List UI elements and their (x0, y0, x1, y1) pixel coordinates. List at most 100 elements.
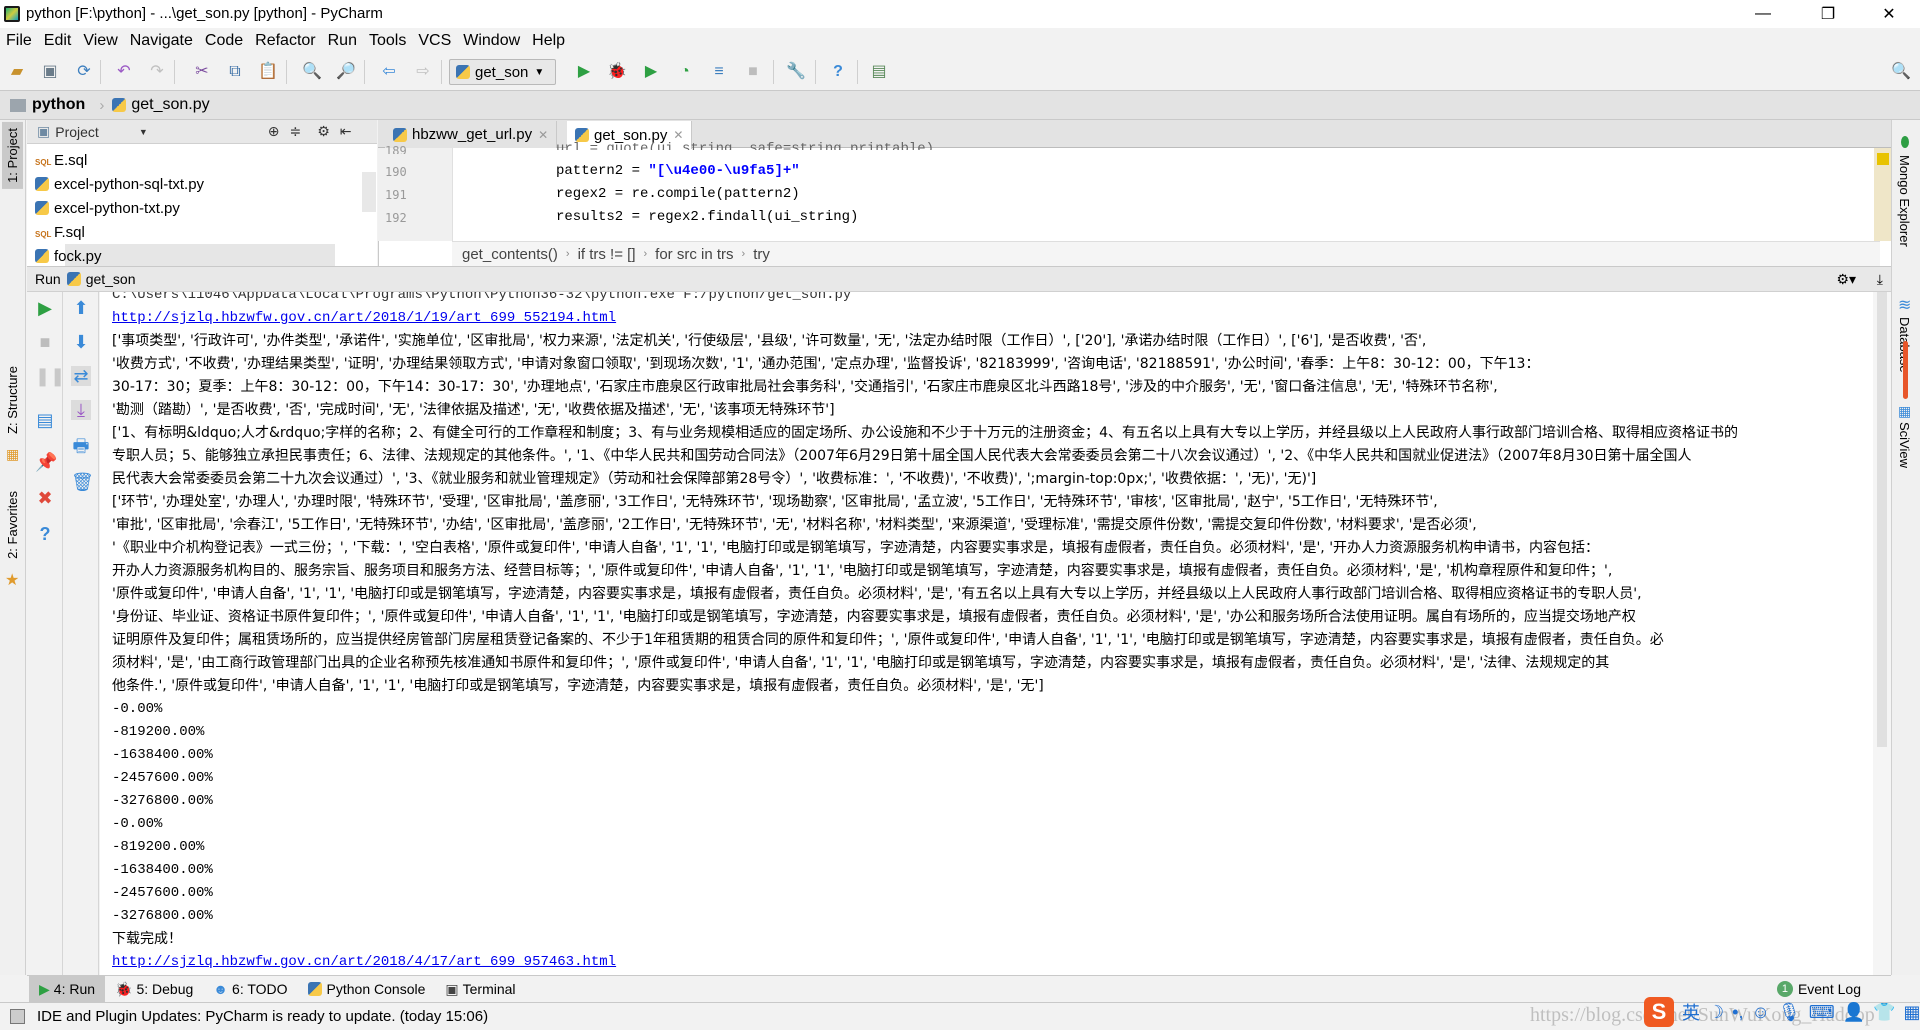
pin-icon[interactable]: 📌 (35, 452, 57, 472)
rerun-icon[interactable]: ▶ (35, 298, 55, 318)
chevron-down-icon[interactable]: ▼ (139, 127, 148, 137)
profile-icon[interactable]: ◔ (675, 62, 695, 82)
collapse-icon[interactable]: ≑ (289, 123, 301, 140)
search-everywhere-icon[interactable]: 🔍 (1891, 62, 1911, 82)
tool-tab-favorites[interactable]: 2: Favorites (2, 485, 23, 565)
code-line[interactable]: regex2 = re.compile(pattern2) (556, 186, 800, 202)
tab-hbzww-get-url[interactable]: hbzww_get_url.py ✕ (385, 121, 558, 148)
close-icon[interactable]: ✖ (35, 488, 55, 508)
tool-tab-terminal[interactable]: ▣ Terminal (435, 976, 525, 1003)
copy-icon[interactable]: ⧉ (225, 62, 245, 82)
up-arrow-icon[interactable]: ⬆ (71, 298, 91, 318)
project-scrollbar[interactable] (362, 172, 376, 212)
sogou-ime-icon[interactable]: S (1644, 997, 1674, 1027)
project-view-selector[interactable]: Project (55, 124, 99, 140)
sdk-icon[interactable]: ▤ (869, 62, 889, 82)
tree-file[interactable]: SQL F.sql (35, 220, 85, 244)
ime-item[interactable]: ▦ (1904, 1002, 1920, 1023)
menu-view[interactable]: View (83, 32, 117, 50)
ime-item[interactable]: 👕 (1873, 1002, 1895, 1023)
status-message[interactable]: IDE and Plugin Updates: PyCharm is ready… (37, 1008, 488, 1025)
tool-tab-run[interactable]: ▶ 4: Run (29, 975, 106, 1003)
hide-icon[interactable]: ⇤ (340, 123, 352, 140)
close-tab-icon[interactable]: ✕ (673, 128, 683, 142)
tree-file[interactable]: SQL E.sql (35, 148, 87, 172)
save-icon[interactable]: ▣ (40, 62, 60, 82)
tool-tab-project[interactable]: 1: Project (2, 122, 23, 189)
help-icon[interactable]: ? (828, 62, 848, 82)
restore-button[interactable]: ❐ (1805, 0, 1851, 28)
tool-tab-todo[interactable]: ☻ 6: TODO (203, 976, 297, 1003)
settings-icon[interactable]: 🔧 (786, 62, 806, 82)
crumb-if[interactable]: if trs != [] (578, 246, 636, 263)
crumb-for[interactable]: for src in trs (655, 246, 733, 263)
run-configuration-dropdown[interactable]: get_son ▼ (449, 59, 556, 85)
replace-icon[interactable]: 🔎 (336, 62, 356, 82)
pause-icon[interactable]: ❚❚ (35, 366, 65, 386)
forward-icon[interactable]: ⇨ (413, 62, 433, 82)
find-icon[interactable]: 🔍 (302, 62, 322, 82)
ime-item[interactable]: 👤 (1843, 1002, 1865, 1023)
gear-icon[interactable]: ⚙ (317, 123, 330, 140)
redo-icon[interactable]: ↷ (147, 62, 167, 82)
menu-code[interactable]: Code (205, 32, 243, 50)
close-tab-icon[interactable]: ✕ (538, 128, 548, 142)
code-line[interactable]: url = quote(ui_string, safe=string.print… (556, 141, 934, 150)
console-scrollbar[interactable] (1873, 292, 1891, 975)
coverage-icon[interactable]: ▶ (641, 62, 661, 82)
crumb-function[interactable]: get_contents() (462, 246, 558, 263)
tool-tab-structure[interactable]: Z: Structure (2, 360, 23, 440)
ime-item[interactable]: 🎙 (1778, 1002, 1801, 1023)
locate-icon[interactable]: ⊕ (268, 123, 280, 140)
menu-tools[interactable]: Tools (369, 32, 406, 50)
concurrency-icon[interactable]: ≡ (709, 62, 729, 82)
hide-panel-icon[interactable]: ⤓ (1877, 271, 1883, 288)
run-config-tab[interactable]: get_son (86, 271, 136, 287)
menu-file[interactable]: File (6, 32, 32, 50)
tool-tab-debug[interactable]: 🐞 5: Debug (105, 976, 203, 1003)
soft-wrap-icon[interactable]: ⇄ (71, 366, 91, 386)
warning-indicator-icon[interactable] (1877, 153, 1889, 165)
menu-window[interactable]: Window (463, 32, 520, 50)
tool-tab-mongo-explorer[interactable]: Mongo Explorer (1897, 155, 1912, 247)
stop-icon[interactable]: ■ (35, 332, 55, 352)
scrollbar-thumb[interactable] (1877, 292, 1887, 747)
menu-edit[interactable]: Edit (44, 32, 72, 50)
paste-icon[interactable]: 📋 (258, 62, 278, 82)
sync-icon[interactable]: ⟳ (74, 62, 94, 82)
open-folder-icon[interactable]: ▰ (7, 62, 27, 82)
ime-item[interactable]: ⌨ (1809, 1002, 1835, 1023)
ime-item[interactable]: ☽ (1708, 1002, 1724, 1023)
ime-item[interactable]: 英 (1682, 999, 1700, 1025)
stop-icon[interactable]: ■ (743, 62, 763, 82)
back-icon[interactable]: ⇦ (379, 62, 399, 82)
tool-tab-python-console[interactable]: Python Console (298, 976, 436, 1003)
menu-navigate[interactable]: Navigate (130, 32, 193, 50)
run-icon[interactable]: ▶ (574, 62, 594, 82)
cut-icon[interactable]: ✂ (192, 62, 212, 82)
minimize-button[interactable]: — (1740, 0, 1786, 28)
console-link[interactable]: http://sjzlq.hbzwfw.gov.cn/art/2018/4/17… (112, 951, 616, 974)
breadcrumb-project[interactable]: python (10, 96, 85, 114)
print-icon[interactable]: 🖶 (71, 436, 91, 456)
ime-item[interactable]: •, (1732, 1002, 1743, 1023)
menu-refactor[interactable]: Refactor (255, 32, 315, 50)
menu-help[interactable]: Help (532, 32, 565, 50)
tool-tab-sciview[interactable]: SciView (1897, 422, 1912, 468)
crumb-try[interactable]: try (753, 246, 770, 263)
status-toggle-icon[interactable] (10, 1009, 25, 1024)
ime-item[interactable]: ☺ (1751, 1002, 1769, 1023)
gear-icon[interactable]: ⚙▾ (1836, 271, 1856, 288)
tree-file[interactable]: excel-python-txt.py (35, 196, 180, 220)
help-icon[interactable]: ? (35, 524, 55, 544)
breadcrumb-file[interactable]: get_son.py (112, 96, 210, 114)
close-button[interactable]: ✕ (1866, 0, 1912, 28)
layout-icon[interactable]: ▤ (35, 410, 55, 430)
trash-icon[interactable]: 🗑 (71, 472, 94, 492)
run-console-output[interactable]: C:\Users\11046\AppData\Local\Programs\Py… (100, 292, 1873, 975)
tree-file[interactable]: excel-python-sql-txt.py (35, 172, 204, 196)
debug-icon[interactable]: 🐞 (607, 62, 627, 82)
undo-icon[interactable]: ↶ (114, 62, 134, 82)
code-line[interactable]: results2 = regex2.findall(ui_string) (556, 209, 858, 225)
console-link[interactable]: http://sjzlq.hbzwfw.gov.cn/art/2018/1/19… (112, 307, 616, 330)
